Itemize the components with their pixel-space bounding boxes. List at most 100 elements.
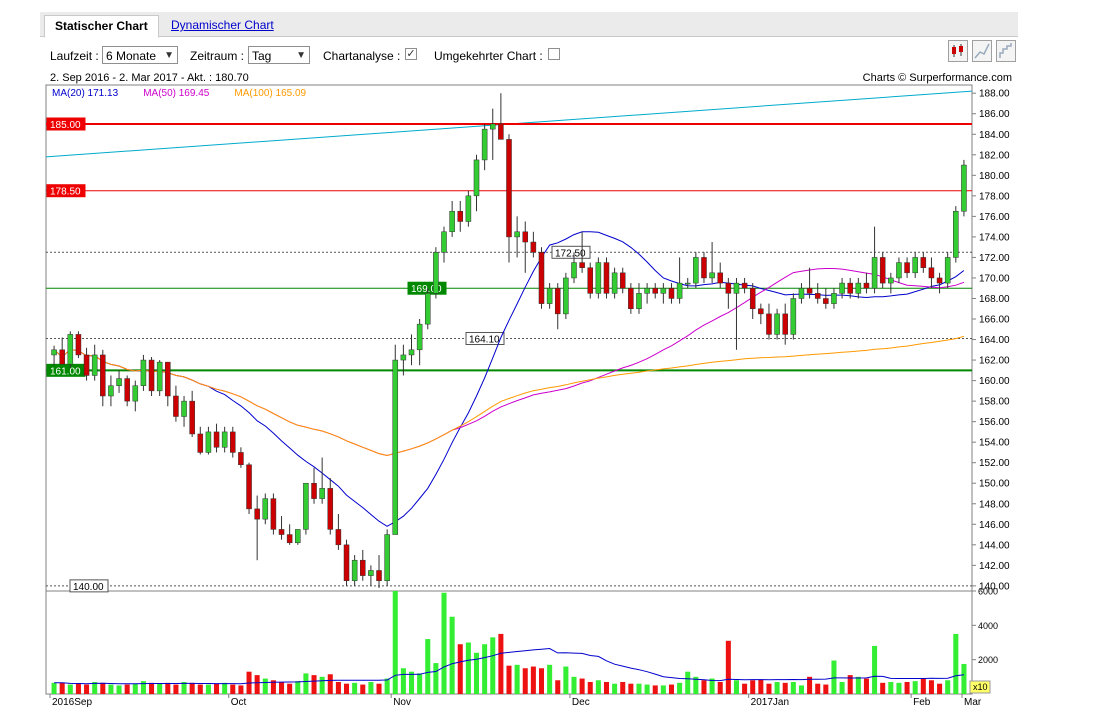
volume-bar <box>417 673 423 694</box>
candle-up <box>896 262 902 279</box>
candle-down <box>165 361 171 397</box>
candle-down <box>75 334 82 356</box>
candle-down <box>189 400 195 435</box>
candle-up <box>473 159 480 197</box>
volume-bar <box>311 675 317 694</box>
y-tick-label: 176.00 <box>979 212 1010 223</box>
candle-up <box>303 482 309 530</box>
volume-bar <box>514 664 520 694</box>
x-tick-label: Dec <box>572 697 590 708</box>
volume-bar <box>490 637 496 694</box>
candle-up <box>644 287 650 294</box>
candle-up <box>798 287 805 299</box>
candle-down <box>270 498 277 530</box>
volume-bar <box>563 666 569 694</box>
volume-bar <box>67 684 73 694</box>
candle-up <box>709 272 715 279</box>
level-label: 185.00 <box>50 120 81 131</box>
candle-down <box>498 123 504 140</box>
candle-up <box>684 282 691 285</box>
level-label: 140.00 <box>73 582 104 593</box>
candle-down <box>928 267 935 279</box>
volume-bar <box>238 685 244 694</box>
candle-down <box>213 431 220 448</box>
candle-up <box>262 498 269 520</box>
volume-bar <box>701 680 707 694</box>
volume-bar <box>327 674 333 694</box>
volume-bar <box>733 680 739 694</box>
volume-bar <box>685 671 691 694</box>
candle-down <box>238 452 244 466</box>
x-tick-label: 2016Sep <box>52 697 92 708</box>
candle-down <box>725 282 732 294</box>
candle-up <box>944 257 951 284</box>
candle-up <box>563 277 569 315</box>
candle-up <box>67 334 74 365</box>
volume-bar <box>937 683 943 694</box>
candle-up <box>676 282 683 299</box>
volume-bar <box>766 683 772 694</box>
volume-bar <box>482 644 488 694</box>
candle-down <box>782 313 788 335</box>
vol-tick-label: 4000 <box>978 621 998 631</box>
candle-down <box>83 354 90 376</box>
volume-bar <box>961 663 967 694</box>
y-tick-label: 158.00 <box>979 397 1010 408</box>
candle-up <box>295 529 301 544</box>
x-tick-label: Feb <box>913 697 931 708</box>
candle-down <box>628 287 634 309</box>
volume-bar <box>863 678 869 694</box>
volume-bar <box>774 681 780 694</box>
volume-bar <box>888 681 894 694</box>
volume-bar <box>912 681 918 694</box>
candle-down <box>936 277 943 284</box>
candle-down <box>847 282 853 294</box>
volume-bar <box>717 681 723 694</box>
candle-up <box>408 349 415 356</box>
candle-down <box>587 267 594 294</box>
legend-entry: MA(20) 171.13 <box>52 88 119 99</box>
candle-down <box>579 262 585 268</box>
volume-bar <box>855 676 861 694</box>
volume-bar <box>287 683 293 694</box>
volume-bar <box>790 681 796 694</box>
candle-down <box>749 287 756 309</box>
volume-bar <box>400 668 406 694</box>
candle-down <box>766 313 772 335</box>
candle-down <box>173 395 179 417</box>
candle-up <box>424 293 431 325</box>
volume-bar <box>124 684 130 694</box>
volume-bar <box>465 642 471 694</box>
candle-down <box>59 349 65 365</box>
volume-bar <box>652 685 658 694</box>
y-tick-label: 142.00 <box>979 561 1010 572</box>
volume-bar <box>587 681 593 694</box>
volume-bar <box>441 592 447 694</box>
candle-down <box>100 354 106 397</box>
candle-down <box>603 262 610 294</box>
candle-up <box>221 431 228 448</box>
volume-bar <box>815 683 821 694</box>
volume-bar <box>295 681 301 694</box>
volume-bar <box>449 616 455 694</box>
candle-up <box>953 210 959 258</box>
volume-bar <box>506 665 512 694</box>
candle-down <box>246 464 252 510</box>
volume-bar <box>823 684 829 694</box>
y-tick-label: 146.00 <box>979 520 1010 531</box>
volume-bar <box>530 666 536 694</box>
candle-up <box>693 257 699 284</box>
candle-down <box>619 272 626 289</box>
candle-up <box>392 359 399 535</box>
y-tick-label: 148.00 <box>979 499 1010 510</box>
volume-bar <box>376 683 382 694</box>
volume-bar <box>205 684 211 694</box>
volume-bar <box>872 645 878 694</box>
y-tick-label: 188.00 <box>979 89 1010 100</box>
candle-up <box>116 378 122 386</box>
candle-up <box>140 359 147 386</box>
candle-up <box>481 128 488 161</box>
volume-bar <box>189 682 195 694</box>
volume-unit-label: x10 <box>973 682 988 692</box>
candle-up <box>384 534 390 581</box>
